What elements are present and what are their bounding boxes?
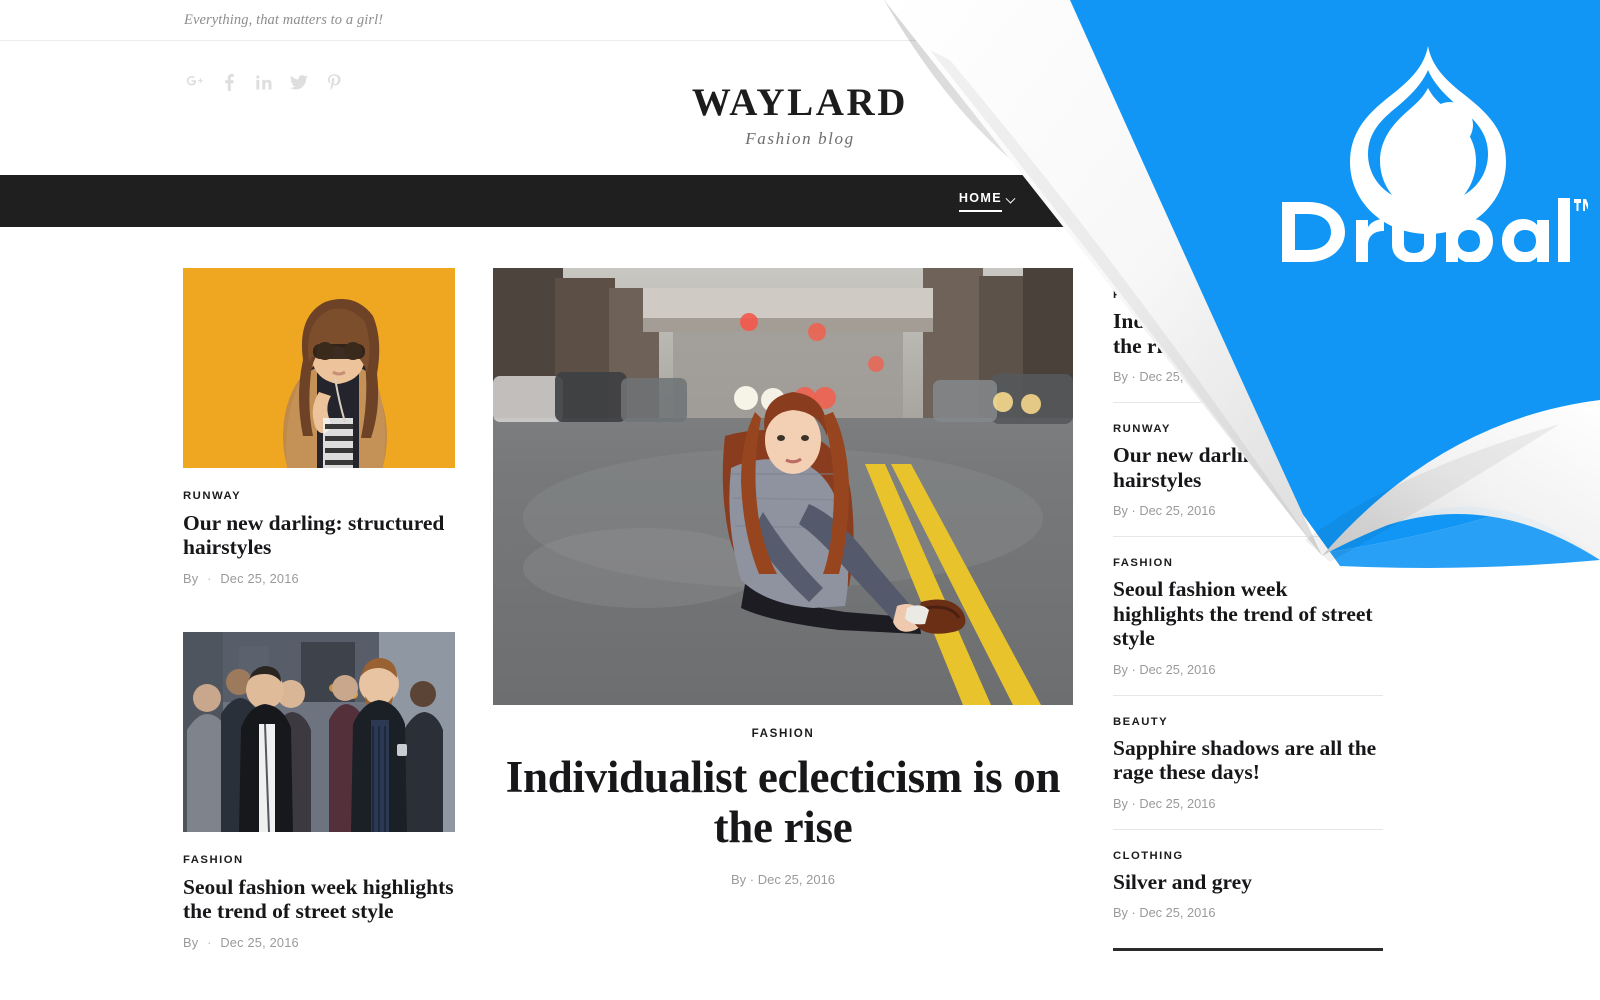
sidebar-post[interactable]: FASHION Individualist eclecticism is on … bbox=[1113, 289, 1383, 402]
sidebar-post-meta: By · Dec 25, 2016 bbox=[1113, 905, 1383, 920]
sidebar-top-divider bbox=[1113, 268, 1383, 269]
post-meta: By · Dec 25, 2016 bbox=[183, 935, 455, 950]
sidebar-post-category[interactable]: BEAUTY bbox=[1113, 716, 1383, 728]
sidebar-post[interactable]: BEAUTY Sapphire shadows are all the rage… bbox=[1113, 694, 1383, 829]
sidebar-post-author: By bbox=[1113, 795, 1128, 811]
post-meta: By · Dec 25, 2016 bbox=[183, 571, 455, 586]
nav-label-home: HOME bbox=[958, 191, 1002, 212]
post-card[interactable]: RUNWAY Our new darling: structured hairs… bbox=[183, 268, 455, 586]
nav-label-culture: CULTURE bbox=[1369, 194, 1438, 208]
sidebar-post-date: Dec 25, 2016 bbox=[1139, 905, 1216, 920]
nav-item-contact[interactable]: CO bbox=[1544, 175, 1600, 227]
featured-category[interactable]: FASHION bbox=[493, 727, 1073, 740]
sidebar-post[interactable]: RUNWAY Our new darling: structured hairs… bbox=[1113, 402, 1383, 536]
post-author: By bbox=[183, 571, 199, 587]
sidebar-post-author: By bbox=[1113, 905, 1128, 920]
sidebar-post-date: Dec 25, 2016 bbox=[1139, 661, 1216, 677]
sidebar-widget-divider bbox=[1113, 948, 1383, 951]
featured-post: FASHION Individualist eclecticism is on … bbox=[493, 268, 1073, 887]
chevron-down-icon bbox=[1005, 193, 1016, 204]
top-bar: Everything, that matters to a girl! bbox=[0, 0, 1600, 41]
nav-item-culture[interactable]: CULTURE bbox=[1352, 175, 1455, 227]
post-card[interactable]: FASHION Seoul fashion week highlights th… bbox=[183, 632, 455, 950]
featured-date: Dec 25, 2016 bbox=[757, 872, 836, 887]
meta-separator: · bbox=[207, 571, 212, 587]
meta-separator: · bbox=[1131, 503, 1136, 518]
site-tagline: Everything, that matters to a girl! bbox=[184, 12, 384, 28]
meta-separator: · bbox=[1131, 795, 1136, 811]
post-thumbnail-fashion[interactable] bbox=[183, 632, 455, 833]
sidebar-post-title[interactable]: Seoul fashion week highlights the trend … bbox=[1113, 577, 1383, 651]
sidebar-post-meta: By · Dec 25, 2016 bbox=[1113, 369, 1383, 384]
featured-title[interactable]: Individualist eclecticism is on the rise bbox=[493, 752, 1073, 852]
chevron-down-icon bbox=[1129, 193, 1140, 204]
sidebar-post-date: Dec 25, 2016 bbox=[1139, 503, 1216, 518]
meta-separator: · bbox=[1131, 369, 1136, 384]
nav-item-gallery[interactable]: GALLERY bbox=[1155, 175, 1258, 227]
sidebar-post-category[interactable]: RUNWAY bbox=[1113, 423, 1383, 435]
featured-author: By bbox=[730, 872, 747, 887]
post-date: Dec 25, 2016 bbox=[220, 571, 299, 587]
sidebar-post-category[interactable]: FASHION bbox=[1113, 289, 1383, 301]
post-thumbnail-runway[interactable] bbox=[183, 268, 455, 468]
meta-separator: · bbox=[1131, 905, 1136, 920]
sidebar-post-title[interactable]: Our new darling: structured hairstyles bbox=[1113, 443, 1383, 492]
sidebar-post-title[interactable]: Silver and grey bbox=[1113, 870, 1383, 895]
drupal-logo bbox=[1268, 42, 1588, 262]
sidebar-post-date: Dec 25, 2016 bbox=[1139, 369, 1216, 384]
left-posts-column: RUNWAY Our new darling: structured hairs… bbox=[183, 268, 455, 950]
post-category[interactable]: RUNWAY bbox=[183, 490, 455, 502]
sidebar: FASHION Individualist eclecticism is on … bbox=[1113, 268, 1383, 1000]
nav-label-contact: CO bbox=[1561, 194, 1583, 208]
featured-image[interactable] bbox=[493, 268, 1073, 705]
post-date: Dec 25, 2016 bbox=[220, 935, 299, 951]
nav-item-home[interactable]: HOME bbox=[942, 175, 1031, 227]
blog-homepage: Everything, that matters to a girl! WAYL… bbox=[0, 0, 1600, 1000]
post-title[interactable]: Our new darling: structured hairstyles bbox=[183, 511, 455, 559]
post-title[interactable]: Seoul fashion week highlights the trend … bbox=[183, 875, 455, 923]
meta-separator: · bbox=[1131, 661, 1136, 677]
nav-items-container: HOME ABOUT ME GALLERY BEAUTY CULTURE VID… bbox=[942, 175, 1600, 227]
sidebar-post-author: By bbox=[1113, 503, 1128, 518]
nav-item-about-me[interactable]: ABOUT ME bbox=[1031, 175, 1155, 227]
site-brand[interactable]: WAYLARD Fashion blog bbox=[0, 81, 1600, 149]
sidebar-post-meta: By · Dec 25, 2016 bbox=[1113, 503, 1383, 518]
sidebar-post-meta: By · Dec 25, 2016 bbox=[1113, 796, 1383, 811]
featured-meta: By · Dec 25, 2016 bbox=[493, 872, 1073, 887]
sidebar-post-title[interactable]: Individualist eclecticism is on the rise bbox=[1113, 309, 1383, 358]
main-navigation: HOME ABOUT ME GALLERY BEAUTY CULTURE VID… bbox=[0, 175, 1600, 227]
sidebar-post-category[interactable]: CLOTHING bbox=[1113, 850, 1383, 862]
sidebar-post[interactable]: CLOTHING Silver and grey By · Dec 25, 20… bbox=[1113, 828, 1383, 939]
nav-label-gallery: GALLERY bbox=[1171, 194, 1242, 208]
sidebar-post-category[interactable]: FASHION bbox=[1113, 557, 1383, 569]
sidebar-post-date: Dec 25, 2016 bbox=[1139, 795, 1216, 811]
site-subtitle: Fashion blog bbox=[745, 129, 855, 149]
post-author: By bbox=[183, 935, 199, 951]
nav-item-videos[interactable]: VIDEOS bbox=[1455, 175, 1545, 227]
sidebar-post-meta: By · Dec 25, 2016 bbox=[1113, 662, 1383, 677]
nav-item-beauty[interactable]: BEAUTY bbox=[1258, 175, 1352, 227]
nav-label-beauty: BEAUTY bbox=[1275, 194, 1336, 208]
post-category[interactable]: FASHION bbox=[183, 854, 455, 866]
sidebar-post-title[interactable]: Sapphire shadows are all the rage these … bbox=[1113, 736, 1383, 785]
meta-separator: · bbox=[207, 935, 212, 951]
sidebar-post[interactable]: FASHION Seoul fashion week highlights th… bbox=[1113, 536, 1383, 695]
site-title: WAYLARD bbox=[691, 81, 909, 124]
nav-label-about-me: ABOUT ME bbox=[1048, 194, 1126, 208]
sidebar-post-author: By bbox=[1113, 661, 1128, 677]
sidebar-post-author: By bbox=[1113, 369, 1128, 384]
nav-label-videos: VIDEOS bbox=[1471, 194, 1528, 208]
meta-separator: · bbox=[749, 872, 755, 887]
